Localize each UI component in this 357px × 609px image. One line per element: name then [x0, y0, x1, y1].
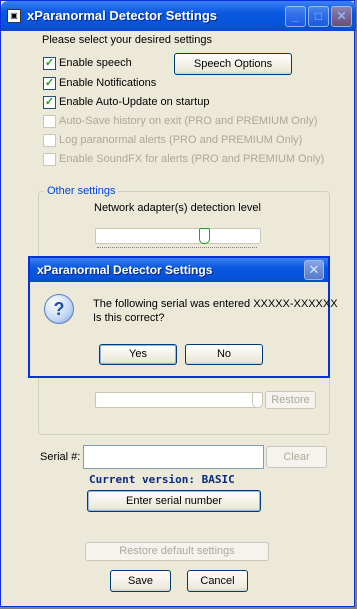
speech-options-button[interactable]: Speech Options: [174, 53, 292, 75]
save-button[interactable]: Save: [110, 570, 171, 592]
dialog-yes-button[interactable]: Yes: [99, 344, 177, 365]
restore-defaults-button[interactable]: Restore default settings: [85, 542, 269, 561]
checkbox-label-enable-speech: Enable speech: [59, 57, 132, 69]
checkbox-label-auto-update: Enable Auto-Update on startup: [59, 96, 210, 108]
clear-button[interactable]: Clear: [266, 446, 327, 468]
other-settings-title: Other settings: [44, 185, 119, 197]
network-slider-thumb[interactable]: [199, 228, 210, 244]
checkbox-label-auto-save-history: Auto-Save history on exit (PRO and PREMI…: [59, 115, 318, 127]
title-bar[interactable]: ▣ xParanormal Detector Settings _ □ ✕: [1, 1, 356, 31]
restore-button[interactable]: Restore: [265, 391, 316, 409]
maximize-button[interactable]: □: [308, 6, 329, 27]
checkbox-label-soundfx: Enable SoundFX for alerts (PRO and PREMI…: [59, 153, 325, 165]
close-button[interactable]: ✕: [331, 6, 352, 27]
minimize-button[interactable]: _: [285, 6, 306, 27]
checkbox-enable-notifications[interactable]: ✓: [43, 77, 56, 90]
checkbox-log-alerts[interactable]: [43, 134, 56, 147]
app-icon: ▣: [7, 9, 21, 23]
dialog-message-line1: The following serial was entered XXXXX-X…: [93, 298, 338, 310]
secondary-slider[interactable]: [95, 392, 258, 408]
dialog-title-bar[interactable]: xParanormal Detector Settings ✕: [30, 258, 328, 282]
checkbox-label-log-alerts: Log paranormal alerts (PRO and PREMIUM O…: [59, 134, 303, 146]
serial-input[interactable]: [83, 445, 264, 469]
window-title: xParanormal Detector Settings: [27, 8, 218, 23]
cancel-button[interactable]: Cancel: [187, 570, 248, 592]
secondary-slider-thumb[interactable]: [252, 392, 263, 408]
enter-serial-button[interactable]: Enter serial number: [87, 490, 261, 512]
dialog-title: xParanormal Detector Settings: [37, 263, 213, 277]
checkbox-auto-save-history[interactable]: [43, 115, 56, 128]
dialog-message-line2: Is this correct?: [93, 312, 165, 324]
network-detection-slider[interactable]: [95, 228, 261, 244]
checkbox-label-enable-notifications: Enable Notifications: [59, 77, 157, 89]
dialog-no-button[interactable]: No: [185, 344, 263, 365]
question-icon: ?: [44, 294, 74, 324]
serial-label: Serial #:: [40, 451, 81, 463]
settings-intro: Please select your desired settings: [42, 34, 212, 46]
network-detection-label: Network adapter(s) detection level: [94, 202, 261, 214]
dialog-close-button[interactable]: ✕: [304, 260, 324, 280]
slider-ticks: [97, 247, 257, 249]
current-version-text: Current version: BASIC: [89, 473, 235, 486]
confirm-serial-dialog: xParanormal Detector Settings ✕ ? The fo…: [28, 256, 338, 378]
checkbox-soundfx[interactable]: [43, 153, 56, 166]
checkbox-auto-update[interactable]: ✓: [43, 96, 56, 109]
checkbox-enable-speech[interactable]: ✓: [43, 57, 56, 70]
